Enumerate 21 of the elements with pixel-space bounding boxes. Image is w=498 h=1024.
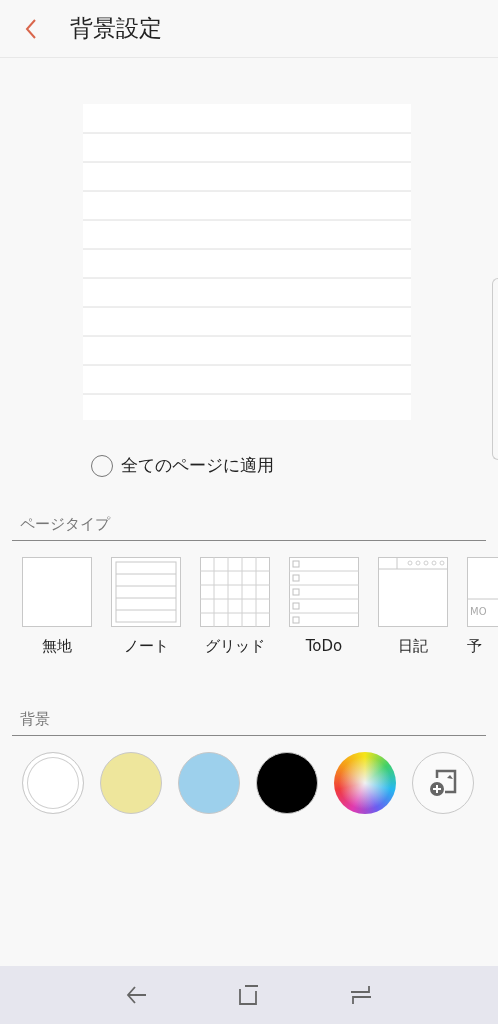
- page-type-label: 予: [467, 637, 482, 656]
- page-type-thumbnail[interactable]: [378, 557, 448, 627]
- page-type-label: グリッド: [205, 637, 265, 656]
- apply-all-label[interactable]: 全てのページに適用: [121, 454, 274, 477]
- add-image-icon: [427, 768, 459, 798]
- page-title: 背景設定: [70, 14, 162, 43]
- home-icon[interactable]: [239, 985, 259, 1005]
- page-type-thumbnail[interactable]: [111, 557, 181, 627]
- section-heading: ページタイプ: [20, 515, 110, 533]
- thumbnail-text: MO: [470, 606, 487, 617]
- page-type-label: 日記: [398, 637, 428, 656]
- page-type-label: 無地: [42, 637, 72, 656]
- page-type-thumbnail[interactable]: [200, 557, 270, 627]
- page-type-label: ToDo: [305, 637, 343, 655]
- section-heading: 背景: [20, 710, 50, 728]
- back-icon[interactable]: [125, 985, 148, 1005]
- page-type-label: ノート: [123, 637, 169, 656]
- back-icon[interactable]: [24, 17, 38, 40]
- page-type-thumbnail[interactable]: [22, 557, 92, 627]
- recents-icon[interactable]: [350, 985, 373, 1005]
- page-type-thumbnail[interactable]: [289, 557, 359, 627]
